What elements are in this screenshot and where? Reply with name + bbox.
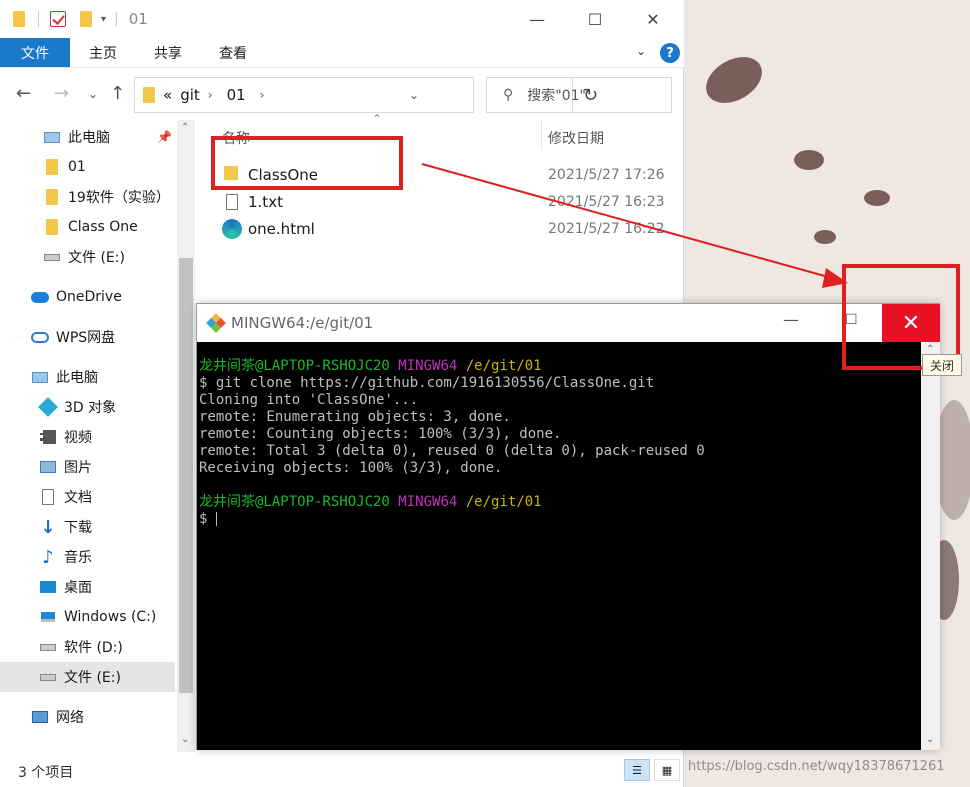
prompt-path: /e/git/01 [465, 358, 542, 374]
prompt-user: 龙井间茶@LAPTOP-RSHOJC20 [199, 494, 390, 510]
git-bash-window: MINGW64:/e/git/01 — ☐ ✕ 龙井间茶@LAPTOP-RSHO… [196, 303, 940, 750]
scroll-down-icon[interactable]: ⌄ [926, 734, 934, 745]
watermark: https://blog.csdn.net/wqy18378671261 [688, 759, 945, 774]
prompt-user: 龙井间茶@LAPTOP-RSHOJC20 [199, 358, 390, 374]
git-logo-icon [206, 313, 226, 333]
terminal-line: remote: Total 3 (delta 0), reused 0 (del… [199, 443, 705, 459]
terminal-scrollbar[interactable]: ⌃ ⌄ [921, 342, 940, 750]
terminal-prompt: $ [199, 511, 208, 527]
terminal-line: Cloning into 'ClassOne'... [199, 392, 419, 408]
terminal-title-bar: MINGW64:/e/git/01 — ☐ ✕ [197, 304, 941, 342]
terminal-title: MINGW64:/e/git/01 [231, 314, 374, 332]
terminal-minimize-button[interactable]: — [783, 310, 799, 329]
terminal-line: Receiving objects: 100% (3/3), done. [199, 460, 503, 476]
terminal-line: $ git clone https://github.com/191613055… [199, 375, 655, 391]
terminal-line: remote: Enumerating objects: 3, done. [199, 409, 511, 425]
prompt-path: /e/git/01 [465, 494, 542, 510]
text-cursor [215, 512, 217, 526]
prompt-env: MINGW64 [398, 358, 458, 374]
terminal-line: remote: Counting objects: 100% (3/3), do… [199, 426, 562, 442]
prompt-env: MINGW64 [398, 494, 458, 510]
close-tooltip: 关闭 [922, 354, 962, 376]
terminal-output[interactable]: 龙井间茶@LAPTOP-RSHOJC20 MINGW64 /e/git/01 $… [197, 342, 921, 750]
